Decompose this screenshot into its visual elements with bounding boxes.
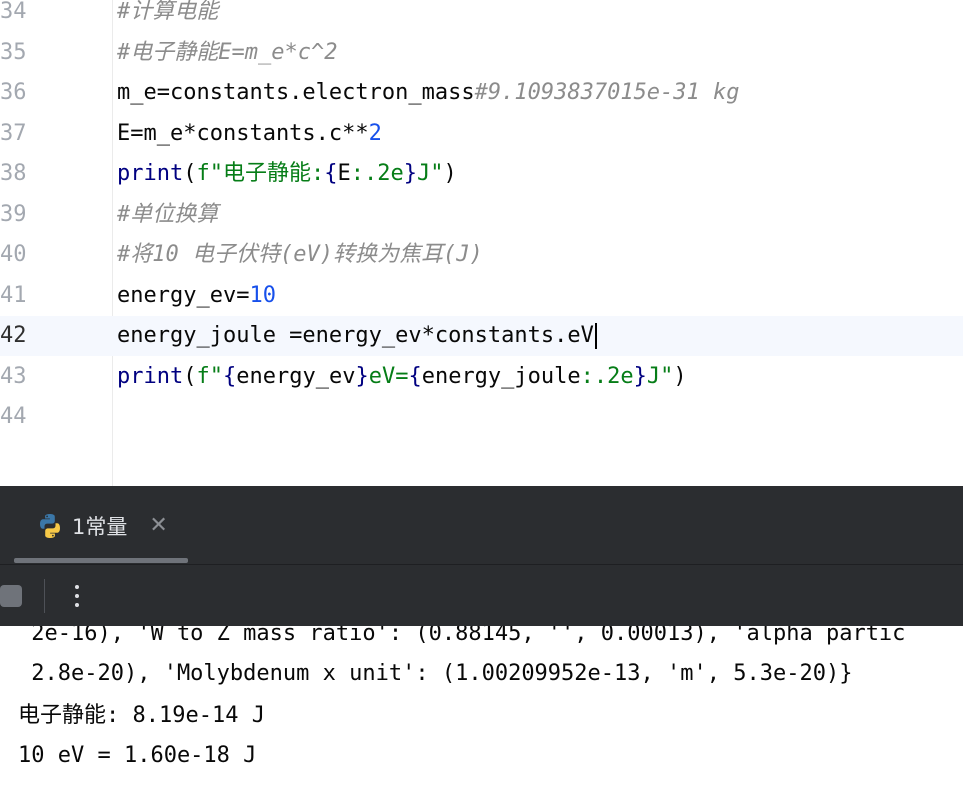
code-text: #电子静能E=m_e*c^2 xyxy=(117,33,337,73)
code-token: E xyxy=(337,161,351,186)
toolbar-separator xyxy=(44,579,45,613)
console-line: 电子静能: 8.19e-14 J xyxy=(18,703,265,728)
code-token: :.2e xyxy=(350,161,404,186)
code-token: energy_joule =energy_ev*constants.eV xyxy=(117,323,594,348)
code-token: } xyxy=(633,363,647,389)
code-token: :.2e xyxy=(580,363,634,389)
code-token: #将10 电子伏特(eV)转换为焦耳(J) xyxy=(117,242,483,267)
code-token: energy_ev xyxy=(236,363,356,389)
run-tool-window: 1常量 ✕ 2e-16), 'W to Z mass ratio': (0.88… xyxy=(0,486,963,798)
line-number: 44 xyxy=(0,404,27,429)
code-line[interactable]: 38 print(f"电子静能:{E:.2e}J") xyxy=(0,154,963,194)
code-line[interactable]: 37 E=m_e*constants.c**2 xyxy=(0,114,963,154)
code-token: E=m_e*constants.c** xyxy=(117,120,369,146)
code-token: #单位换算 xyxy=(117,201,219,227)
code-text: #单位换算 xyxy=(117,195,218,235)
code-line[interactable]: 34 #计算电能 xyxy=(0,0,963,32)
code-token: #电子静能E=m_e*c^2 xyxy=(117,39,338,65)
code-token: energy_joule xyxy=(421,363,581,389)
code-line[interactable]: 43 print(f"{energy_ev}eV={energy_joule:.2… xyxy=(0,357,963,397)
code-token: 10 xyxy=(249,282,276,308)
console-line: 2.8e-20), 'Molybdenum x unit': (1.002099… xyxy=(18,661,853,686)
line-number: 42 xyxy=(0,323,27,348)
code-token: 2 xyxy=(368,120,382,146)
line-number: 37 xyxy=(0,120,27,146)
code-text: print(f"电子静能:{E:.2e}J") xyxy=(117,154,457,194)
code-token: { xyxy=(222,363,237,389)
python-icon xyxy=(40,514,60,538)
code-token: f"电子静能: xyxy=(196,161,325,186)
code-line[interactable]: 41 energy_ev=10 xyxy=(0,276,963,316)
code-line[interactable]: 39 #单位换算 xyxy=(0,195,963,235)
console-line: 2e-16), 'W to Z mass ratio': (0.88145, '… xyxy=(18,626,906,646)
code-token: print xyxy=(117,363,184,389)
line-number: 43 xyxy=(0,363,27,389)
run-tab[interactable]: 1常量 ✕ xyxy=(36,508,168,544)
code-token: eV= xyxy=(368,363,409,389)
run-toolbar xyxy=(0,564,963,627)
code-text: E=m_e*constants.c**2 xyxy=(117,114,382,154)
code-text: print(f"{energy_ev}eV={energy_joule:.2e}… xyxy=(117,357,687,397)
run-tab-bar: 1常量 ✕ xyxy=(0,486,963,564)
code-line[interactable]: 35 #电子静能E=m_e*c^2 xyxy=(0,33,963,73)
code-text: energy_ev=10 xyxy=(117,276,276,316)
code-line[interactable]: 36 m_e=constants.electron_mass#9.10938370… xyxy=(0,73,963,113)
code-line[interactable]: 40 #将10 电子伏特(eV)转换为焦耳(J) xyxy=(0,235,963,275)
stop-icon[interactable] xyxy=(0,585,22,607)
code-editor[interactable]: 34 #计算电能 35 #电子静能E=m_e*c^2 36 m_e=constants.e… xyxy=(0,0,963,486)
code-text: #将10 电子伏特(eV)转换为焦耳(J) xyxy=(117,235,483,275)
code-token: { xyxy=(324,161,338,186)
code-token: f" xyxy=(196,363,223,389)
active-tab-indicator xyxy=(14,558,188,563)
code-token: m_e=constants.electron_mass xyxy=(117,80,475,105)
code-text: energy_joule =energy_ev*constants.eV xyxy=(117,316,597,356)
code-line[interactable]: 44 xyxy=(0,397,963,437)
line-number: 40 xyxy=(0,242,27,267)
line-number: 36 xyxy=(0,80,27,105)
close-icon[interactable]: ✕ xyxy=(149,515,167,537)
code-token: #9.1093837015e-31 kg xyxy=(474,80,740,105)
code-text: m_e=constants.electron_mass#9.1093837015… xyxy=(117,73,740,113)
code-token: ( xyxy=(183,363,197,389)
console-output[interactable]: 2e-16), 'W to Z mass ratio': (0.88145, '… xyxy=(0,626,963,798)
line-number: 39 xyxy=(0,201,27,227)
code-token: J" xyxy=(646,363,674,389)
run-tab-label: 1常量 xyxy=(72,515,128,539)
code-token: ( xyxy=(183,161,197,186)
code-text: #计算电能 xyxy=(117,0,218,32)
line-number: 41 xyxy=(0,282,27,308)
code-token: print xyxy=(117,161,184,186)
line-number: 35 xyxy=(0,39,27,65)
code-token: { xyxy=(408,363,422,389)
code-token: #计算电能 xyxy=(117,0,219,24)
code-token: J" xyxy=(416,161,444,186)
code-token: energy_ev= xyxy=(117,282,250,308)
code-token: ) xyxy=(443,161,457,186)
text-caret xyxy=(594,323,597,349)
line-number: 34 xyxy=(0,0,27,24)
code-token: ) xyxy=(673,363,687,389)
code-token: } xyxy=(403,161,417,186)
more-vertical-icon[interactable] xyxy=(70,579,84,613)
console-line: 10 eV = 1.60e-18 J xyxy=(18,743,257,768)
code-token: } xyxy=(355,363,369,389)
line-number: 38 xyxy=(0,161,27,186)
code-line[interactable]: 42 energy_joule =energy_ev*constants.eV xyxy=(0,316,963,356)
